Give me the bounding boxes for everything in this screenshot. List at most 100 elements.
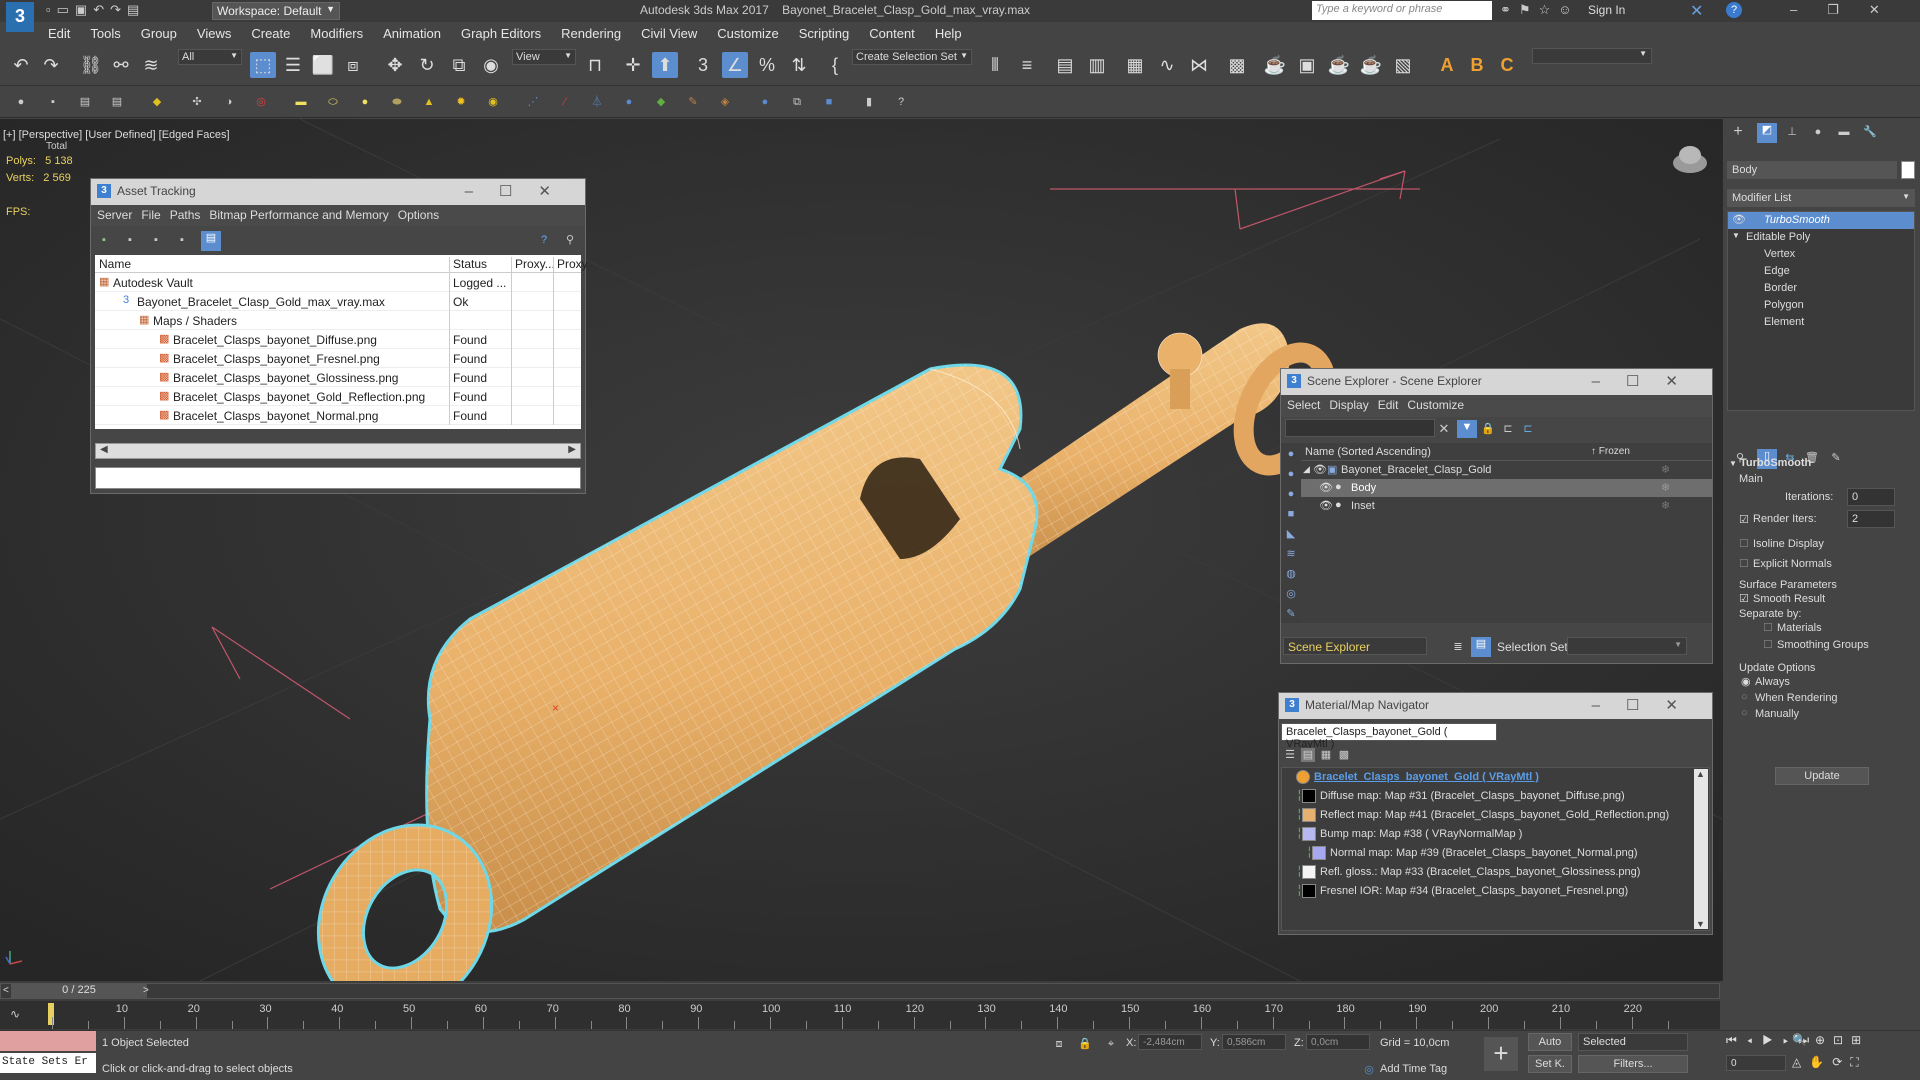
vray-sphere-icon[interactable]: ● xyxy=(622,95,636,109)
toggle-ribbon-icon[interactable]: ▦ xyxy=(1122,52,1148,78)
vray-tool-icon[interactable]: ● xyxy=(14,95,28,109)
vray-wrapper-icon[interactable]: ⧉ xyxy=(790,95,804,109)
rendered-frame-window-icon[interactable]: ▣ xyxy=(1294,52,1320,78)
minimize-icon[interactable]: – xyxy=(1790,2,1827,17)
display-spacewarps-icon[interactable]: ≋ xyxy=(1284,547,1298,561)
help-icon[interactable]: ? xyxy=(537,233,551,247)
zoom-extents-icon[interactable]: ⊡ xyxy=(1833,1033,1851,1047)
rollout-title[interactable]: ▼ TurboSmooth xyxy=(1727,457,1917,469)
pan-icon[interactable]: ✋ xyxy=(1809,1055,1832,1069)
smooth-result-row[interactable]: ☑ Smooth Result xyxy=(1727,591,1917,607)
column-name[interactable]: Name (Sorted Ascending) xyxy=(1305,446,1431,458)
smooth-result-checkbox[interactable]: ☑ xyxy=(1739,592,1749,605)
vray-physical-camera-icon[interactable]: ▮ xyxy=(862,95,876,109)
view-small-icons-icon[interactable]: ▦ xyxy=(1319,748,1333,762)
stack-item-editable-poly[interactable]: ▼ Editable Poly xyxy=(1728,229,1914,246)
update-button[interactable]: Update xyxy=(1775,767,1869,785)
vray-sun-light-icon[interactable]: ✹ xyxy=(454,95,468,109)
open-file-icon[interactable]: ▭ xyxy=(57,2,75,17)
map-node[interactable]: ╎ Diffuse map: Map #31 (Bracelet_Clasps_b… xyxy=(1282,787,1709,806)
vray-a-icon[interactable]: A xyxy=(1434,52,1460,78)
reference-coord-dropdown[interactable]: View ▼ xyxy=(512,49,576,65)
time-slider-prev-icon[interactable]: < xyxy=(3,985,9,996)
asset-row[interactable]: ▦ Maps / Shaders xyxy=(95,311,581,330)
asset-row[interactable]: 3 Bayonet_Bracelet_Clasp_Gold_max_vray.ma… xyxy=(95,292,581,311)
modifier-on-eye-icon[interactable]: 👁 xyxy=(1732,213,1746,226)
exchange-icon[interactable]: ✕ xyxy=(1690,1,1703,21)
material-editor-icon[interactable]: ▩ xyxy=(1224,52,1250,78)
close-icon[interactable]: ✕ xyxy=(538,183,577,200)
vray-plane-icon[interactable]: ⏃ xyxy=(590,95,604,109)
key-filters-button[interactable]: Filters... xyxy=(1578,1055,1688,1073)
pivot-center-icon[interactable]: ⊓ xyxy=(582,52,608,78)
viewport-point-of-view[interactable]: [Perspective] xyxy=(19,129,83,141)
current-material-field[interactable]: Bracelet_Clasps_bayonet_Gold ( VRayMtl ) xyxy=(1281,723,1497,750)
isolate-selection-icon[interactable]: ⧈ xyxy=(1052,1037,1066,1051)
motion-tab-icon[interactable]: ● xyxy=(1811,125,1825,139)
horizontal-scrollbar[interactable]: ◀ ▶ xyxy=(95,443,581,459)
search-input[interactable]: Type a keyword or phrase xyxy=(1312,1,1492,20)
scroll-up-icon[interactable]: ▲ xyxy=(1696,769,1705,779)
layers-icon[interactable]: ⊏ xyxy=(1521,422,1535,436)
spinner-snap-icon[interactable]: ⇅ xyxy=(786,52,812,78)
rotate-icon[interactable]: ↻ xyxy=(414,52,440,78)
expand-arrow-icon[interactable]: ◢ xyxy=(1303,464,1310,475)
tree-row-inset[interactable]: 👁 ● Inset ❄ xyxy=(1301,497,1712,515)
vray-ies-icon[interactable]: ◎ xyxy=(254,95,268,109)
toggle-scene-explorer-icon[interactable]: ▤ xyxy=(1052,52,1078,78)
asset-row[interactable]: ▩ Bracelet_Clasps_bayonet_Fresnel.png Foun… xyxy=(95,349,581,368)
help-icon[interactable]: ? xyxy=(1726,2,1742,18)
menu-options[interactable]: Options xyxy=(398,208,439,222)
render-iters-spinner[interactable]: 2 xyxy=(1847,510,1895,528)
vray-sphere-light-icon[interactable]: ⬭ xyxy=(326,95,340,109)
schematic-view-icon[interactable]: ⋈ xyxy=(1186,52,1212,78)
clear-search-icon[interactable]: ✕ xyxy=(1437,422,1451,436)
workspace-dropdown[interactable]: Workspace: Default ▼ xyxy=(212,2,340,20)
scale-icon[interactable]: ⧉ xyxy=(446,52,472,78)
vray-dome-icon[interactable]: ◑ xyxy=(222,95,236,109)
when-rendering-radio[interactable]: ○ xyxy=(1741,691,1748,703)
asset-row[interactable]: ▦ Autodesk Vault Logged ... xyxy=(95,273,581,292)
zoom-icon[interactable]: 🔍 xyxy=(1792,1033,1815,1047)
time-slider-thumb[interactable]: 0 / 225 xyxy=(11,984,147,998)
minimize-icon[interactable]: – xyxy=(1592,697,1626,714)
maximize-icon[interactable]: ☐ xyxy=(1626,373,1665,390)
menu-display[interactable]: Display xyxy=(1329,398,1368,412)
zoom-all-icon[interactable]: ⊕ xyxy=(1815,1033,1833,1047)
unlink-icon[interactable]: ⚯ xyxy=(108,52,134,78)
viewport-shading-mode[interactable]: [User Defined] xyxy=(85,129,155,141)
render-activeshade-icon[interactable]: ▧ xyxy=(1390,52,1416,78)
close-icon[interactable]: ✕ xyxy=(1869,2,1910,17)
display-groups-icon[interactable]: ◍ xyxy=(1284,567,1298,581)
binoculars-icon[interactable]: ⚭ xyxy=(1500,2,1519,17)
material-navigator-titlebar[interactable]: 3 Material/Map Navigator –☐✕ xyxy=(1279,693,1712,719)
current-frame-marker[interactable] xyxy=(48,1003,54,1025)
vray-displacement-icon[interactable]: ✎ xyxy=(686,95,700,109)
map-node[interactable]: ╎ Bump map: Map #38 ( VRayNormalMap ) xyxy=(1282,825,1709,844)
render-iterative-icon[interactable]: ☕ xyxy=(1358,52,1384,78)
asset-row[interactable]: ▩ Bracelet_Clasps_bayonet_Normal.png Found xyxy=(95,406,581,425)
view-list-icon[interactable]: ☰ xyxy=(1283,748,1297,762)
select-by-name-icon[interactable]: ☰ xyxy=(280,52,306,78)
find-field[interactable] xyxy=(1285,419,1435,437)
menu-modifiers[interactable]: Modifiers xyxy=(300,22,373,41)
vray-plane-light-icon[interactable]: ▬ xyxy=(294,95,308,109)
vray-options-icon[interactable]: ▤ xyxy=(110,95,124,109)
vertical-scrollbar[interactable]: ▲ ▼ xyxy=(1694,769,1708,929)
stack-item-element[interactable]: Element xyxy=(1728,314,1914,331)
materials-checkbox[interactable]: ☐ xyxy=(1763,621,1773,634)
display-xrefs-icon[interactable]: ◎ xyxy=(1284,587,1298,601)
visibility-eye-icon[interactable]: 👁 xyxy=(1313,463,1327,476)
vray-mesh-light-icon[interactable]: ● xyxy=(358,95,372,109)
new-file-icon[interactable]: ▫ xyxy=(46,2,57,17)
asset-row[interactable]: ▩ Bracelet_Clasps_bayonet_Gold_Reflection… xyxy=(95,387,581,406)
vray-disc-light-icon[interactable]: ⬬ xyxy=(390,95,404,109)
scroll-left-icon[interactable]: ◀ xyxy=(100,444,108,455)
selection-set-icon[interactable]: ▤ xyxy=(1471,637,1491,657)
visibility-eye-icon[interactable]: 👁 xyxy=(1319,481,1333,494)
curve-editor-icon[interactable]: ∿ xyxy=(1154,52,1180,78)
menu-customize[interactable]: Customize xyxy=(1407,398,1464,412)
display-tab-icon[interactable]: ▬ xyxy=(1837,125,1851,139)
play-icon[interactable]: ▶ xyxy=(1762,1033,1783,1047)
toolbar-extra-dropdown[interactable]: ▼ xyxy=(1532,48,1652,64)
